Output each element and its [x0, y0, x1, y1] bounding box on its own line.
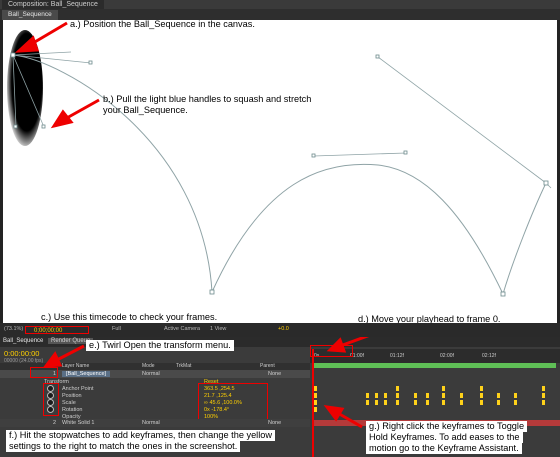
motion-path[interactable]	[12, 54, 547, 296]
canvas-artwork: a.) Position the Ball_Sequence in the ca…	[7, 20, 552, 323]
viewer-control-bar: (73.1%) 0;00;00;00 Full Active Camera 1 …	[0, 323, 560, 337]
annotation-d: d.) Move your playhead to frame 0.	[358, 314, 500, 323]
composition-panel-title[interactable]: Composition: Ball_Sequence	[2, 0, 104, 9]
annotation-arrow-b	[50, 98, 100, 129]
resolution-dropdown[interactable]: Full	[112, 326, 121, 332]
composition-canvas[interactable]: a.) Position the Ball_Sequence in the ca…	[3, 20, 557, 323]
comp-tab-ball-sequence[interactable]: Ball_Sequence	[2, 10, 58, 20]
annotation-b-line2: your Ball_Sequence.	[103, 105, 188, 115]
timeline-arrows	[42, 337, 370, 429]
timeline-panel: Ball_Sequence Render Queue 0:00:00:00 00…	[0, 337, 560, 457]
view-layout-dropdown[interactable]: 1 View	[210, 326, 226, 332]
viewer-timecode-value: 0;00;00;00	[34, 328, 63, 334]
exposure-value[interactable]: +0.0	[278, 326, 289, 332]
annotation-c: c.) Use this timecode to check your fram…	[41, 312, 217, 322]
composition-tab-row: Ball_Sequence	[0, 9, 560, 20]
active-camera-dropdown[interactable]: Active Camera	[164, 326, 200, 332]
zoom-level[interactable]: (73.1%)	[4, 326, 23, 332]
composition-panel-header: Composition: Ball_Sequence	[0, 0, 560, 9]
bezier-handles[interactable]	[12, 51, 552, 189]
annotation-a: a.) Position the Ball_Sequence in the ca…	[70, 20, 255, 29]
annotation-b-line1: b.) Pull the light blue handles to squas…	[103, 94, 311, 104]
viewer-timecode[interactable]: 0;00;00;00	[25, 326, 89, 334]
